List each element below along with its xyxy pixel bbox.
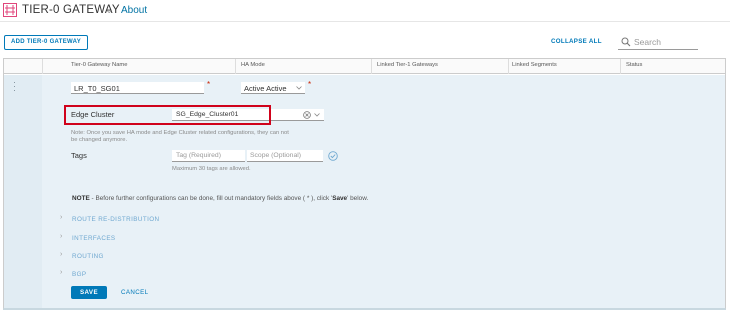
chevron-right-icon[interactable]: › (60, 233, 62, 240)
about-link[interactable]: About (121, 5, 147, 16)
chevron-down-icon (314, 113, 320, 117)
section-bgp[interactable]: BGP (72, 271, 87, 278)
column-header-ha-mode[interactable]: HA Mode (241, 62, 265, 68)
collapse-all-button[interactable]: COLLAPSE ALL (551, 38, 602, 45)
section-interfaces[interactable]: INTERFACES (72, 235, 116, 242)
required-mark: * (308, 80, 312, 89)
gateway-name-value: LR_T0_SG01 (74, 84, 120, 93)
column-divider (371, 59, 372, 74)
search-placeholder: Search (634, 37, 661, 47)
section-route-redistribution[interactable]: ROUTE RE-DISTRIBUTION (72, 216, 159, 223)
tags-hint: Maximum 30 tags are allowed. (172, 166, 251, 172)
gateway-icon (3, 3, 17, 17)
kebab-menu-icon[interactable]: · · · (13, 78, 16, 95)
clear-icon[interactable] (303, 111, 311, 119)
column-header-linked-segments[interactable]: Linked Segments (512, 62, 557, 68)
required-mark: * (207, 80, 211, 89)
column-header-name[interactable]: Tier-0 Gateway Name (71, 62, 127, 68)
tags-label: Tags (71, 151, 87, 160)
check-circle-icon[interactable] (328, 151, 338, 161)
section-routing[interactable]: ROUTING (72, 253, 104, 260)
chevron-right-icon[interactable]: › (60, 251, 62, 258)
tag-placeholder: Tag (Required) (176, 152, 221, 159)
column-header-status[interactable]: Status (626, 62, 642, 68)
ha-mode-value: Active Active (244, 84, 287, 93)
edge-cluster-note: Note: Once you save HA mode and Edge Clu… (71, 130, 289, 143)
cancel-button[interactable]: CANCEL (121, 289, 149, 296)
mandatory-fields-note: NOTE - Before further configurations can… (72, 195, 369, 202)
row-actions-column (4, 75, 42, 308)
scope-placeholder: Scope (Optional) (250, 152, 302, 159)
search-icon (621, 37, 631, 47)
save-button[interactable]: SAVE (71, 286, 107, 299)
add-tier0-gateway-button[interactable]: ADD TIER-0 GATEWAY (4, 35, 88, 50)
column-divider (235, 59, 236, 74)
chevron-down-icon (296, 86, 302, 90)
chevron-right-icon[interactable]: › (60, 269, 62, 276)
column-divider (42, 59, 43, 74)
highlight-box (64, 105, 271, 125)
chevron-right-icon[interactable]: › (60, 214, 62, 221)
column-header-linked-tier1[interactable]: Linked Tier-1 Gateways (377, 62, 438, 68)
chevron-down-icon[interactable]: ⌄ (105, 5, 113, 16)
column-divider (620, 59, 621, 74)
column-divider (508, 59, 509, 74)
